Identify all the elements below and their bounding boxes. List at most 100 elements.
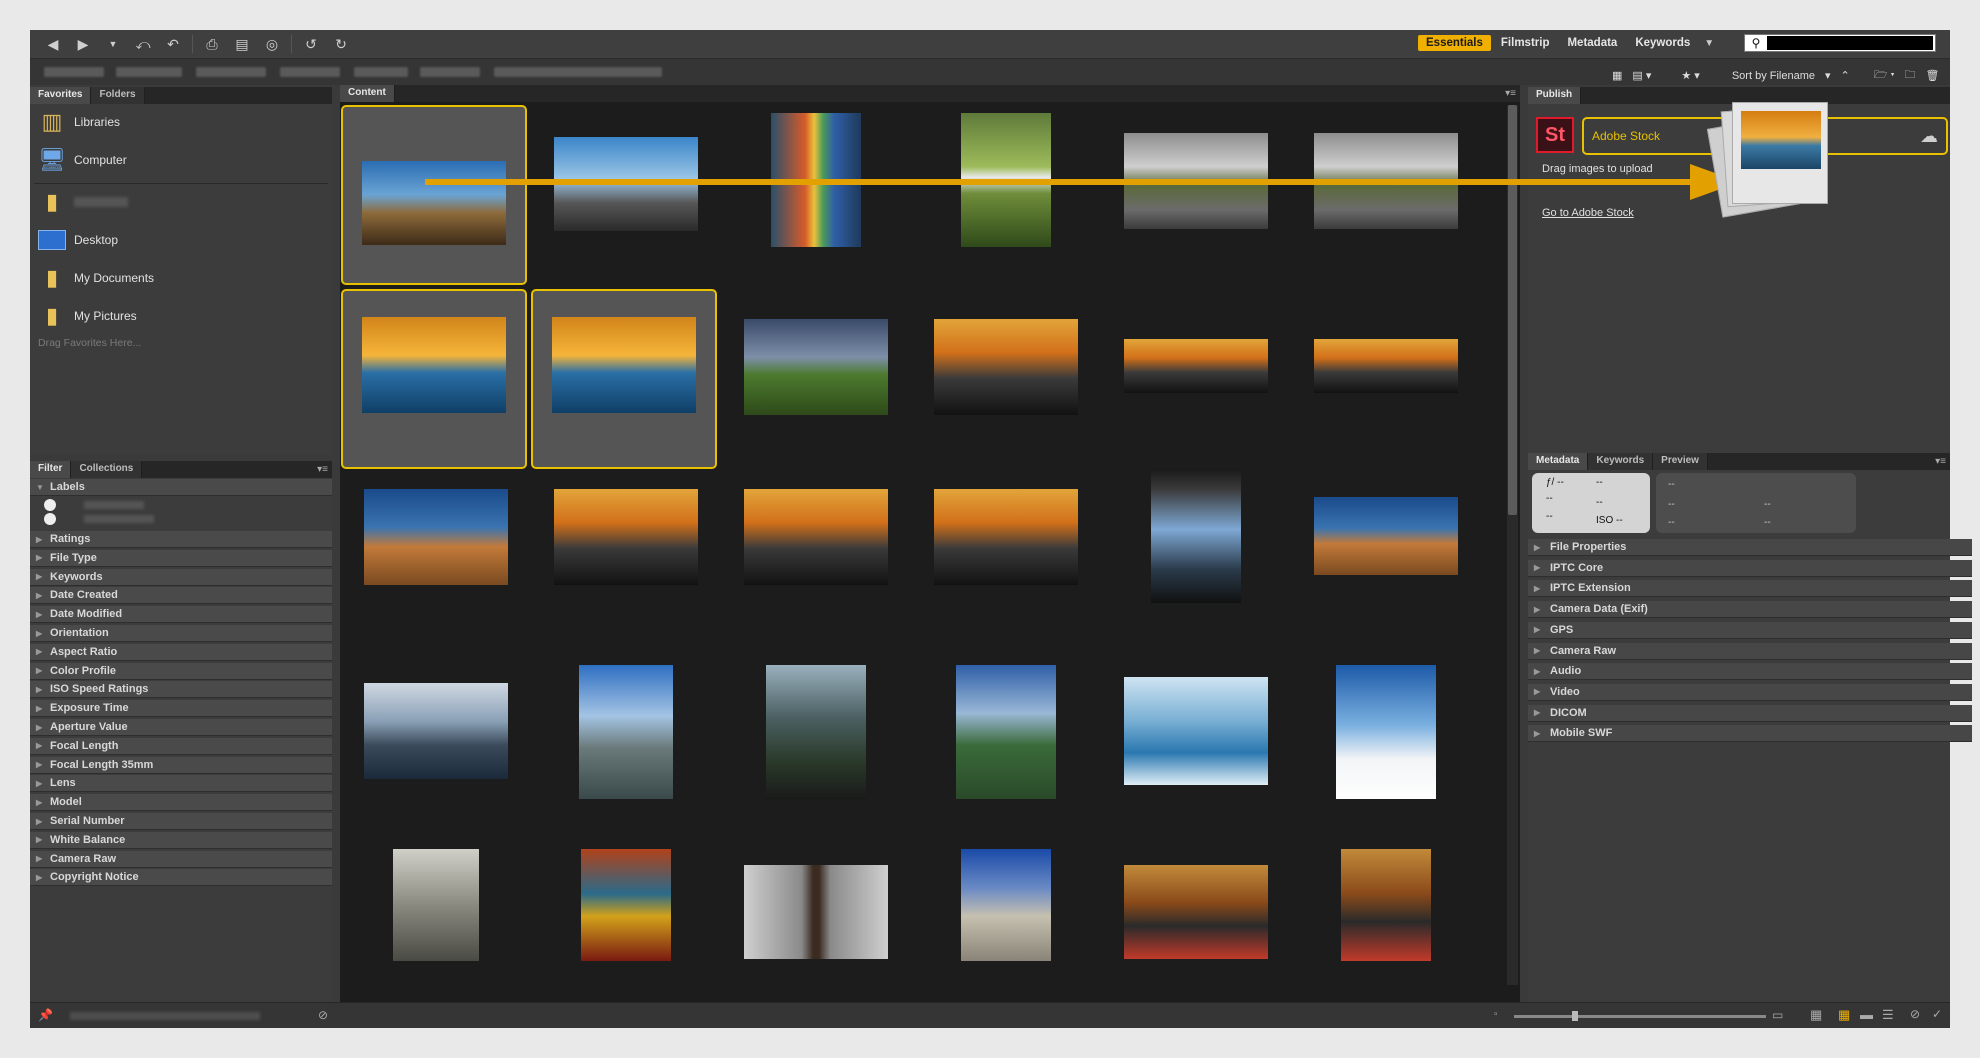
- rotate-left-icon[interactable]: ↺: [300, 35, 322, 53]
- refine-icon[interactable]: ▤: [231, 35, 253, 53]
- search-field[interactable]: [1767, 36, 1933, 50]
- filter-label-option[interactable]: [44, 499, 324, 511]
- thumbnail-cell[interactable]: [913, 659, 1099, 839]
- workspace-metadata[interactable]: Metadata: [1559, 35, 1625, 51]
- list-view-icon[interactable]: ☰: [1882, 1007, 1894, 1023]
- forward-icon[interactable]: ▶: [72, 35, 94, 53]
- thumbnail-cell[interactable]: [1293, 659, 1479, 839]
- metadata-section[interactable]: ▶ Camera Data (Exif): [1528, 601, 1972, 619]
- filter-category[interactable]: ▶ Exposure Time: [30, 700, 332, 718]
- thumbnail-cell[interactable]: [1103, 659, 1289, 839]
- zoom-in-icon[interactable]: ▭: [1772, 1008, 1783, 1022]
- grid-view-icon[interactable]: ▦: [1612, 69, 1622, 82]
- favorite-my-documents[interactable]: ▮ My Documents: [38, 263, 154, 293]
- image-thumbnail[interactable]: [766, 665, 866, 799]
- thumbnail-cell[interactable]: [533, 843, 719, 1023]
- open-in-camera-raw-icon[interactable]: ◎: [261, 35, 283, 53]
- image-thumbnail[interactable]: [1151, 469, 1241, 603]
- image-thumbnail[interactable]: [1336, 665, 1436, 799]
- breadcrumb[interactable]: [494, 67, 662, 77]
- slider-knob[interactable]: [1572, 1011, 1578, 1021]
- tab-collections[interactable]: Collections: [71, 461, 143, 478]
- tab-content[interactable]: Content: [340, 85, 395, 102]
- thumbnail-cell[interactable]: [343, 843, 529, 1023]
- filter-category[interactable]: ▶ Ratings: [30, 531, 332, 548]
- rating-filter-icon[interactable]: ★ ▾: [1681, 69, 1699, 82]
- filter-category[interactable]: ▶ White Balance: [30, 831, 332, 849]
- thumbnail-cell[interactable]: [1293, 291, 1479, 471]
- filter-category[interactable]: ▶ Model: [30, 794, 332, 812]
- breadcrumb[interactable]: [196, 67, 266, 77]
- filter-category[interactable]: ▶ Date Created: [30, 587, 332, 605]
- sort-ascending-icon[interactable]: ⌃: [1841, 69, 1850, 82]
- apply-icon[interactable]: ✓: [1932, 1007, 1942, 1021]
- image-thumbnail[interactable]: [961, 849, 1051, 961]
- thumbnail-cell[interactable]: [1293, 843, 1479, 1023]
- filter-category[interactable]: ▶ Serial Number: [30, 813, 332, 830]
- image-thumbnail[interactable]: [744, 319, 888, 415]
- filter-labels[interactable]: ▼ Labels: [30, 479, 332, 496]
- thumbnail-cell[interactable]: [531, 289, 717, 469]
- tab-preview[interactable]: Preview: [1653, 453, 1708, 470]
- filter-category[interactable]: ▶ Copyright Notice: [30, 869, 332, 887]
- content-scrollbar[interactable]: [1507, 105, 1518, 985]
- metadata-section[interactable]: ▶ Video: [1528, 683, 1972, 701]
- thumbnail-cell[interactable]: [343, 475, 529, 655]
- metadata-section[interactable]: ▶ IPTC Core: [1528, 559, 1972, 577]
- breadcrumb[interactable]: [44, 67, 104, 77]
- filter-category[interactable]: ▶ Focal Length: [30, 737, 332, 755]
- image-thumbnail[interactable]: [581, 849, 671, 961]
- details-view-icon[interactable]: ▬: [1860, 1007, 1873, 1022]
- pin-icon[interactable]: 📌: [38, 1008, 53, 1022]
- workspace-filmstrip[interactable]: Filmstrip: [1493, 35, 1558, 51]
- zoom-out-icon[interactable]: ▫: [1494, 1009, 1498, 1020]
- workspace-keywords[interactable]: Keywords: [1627, 35, 1698, 51]
- filter-category[interactable]: ▶ Orientation: [30, 625, 332, 642]
- thumbnail-cell[interactable]: [533, 659, 719, 839]
- panel-menu-icon[interactable]: ▾≡: [317, 464, 328, 475]
- image-thumbnail[interactable]: [956, 665, 1056, 799]
- return-to-app-icon[interactable]: ⤺: [132, 35, 154, 53]
- image-thumbnail[interactable]: [393, 849, 479, 961]
- favorite-desktop[interactable]: Desktop: [38, 225, 118, 255]
- metadata-section[interactable]: ▶ File Properties: [1528, 539, 1972, 556]
- favorite-computer[interactable]: 🖥 Computer: [38, 145, 127, 175]
- panel-menu-icon[interactable]: ▾≡: [1935, 456, 1946, 467]
- thumbnail-cell[interactable]: [723, 475, 909, 655]
- search-input[interactable]: ⚲: [1744, 34, 1936, 52]
- image-thumbnail[interactable]: [1124, 677, 1268, 785]
- image-thumbnail[interactable]: [1124, 865, 1268, 959]
- favorite-libraries[interactable]: ▥ Libraries: [38, 107, 120, 137]
- workspace-menu-icon[interactable]: ▼: [1700, 38, 1718, 49]
- back-icon[interactable]: ◀: [42, 35, 64, 53]
- filter-category[interactable]: ▶ Lens: [30, 775, 332, 793]
- thumbnail-cell[interactable]: [913, 291, 1099, 471]
- breadcrumb[interactable]: [116, 67, 182, 77]
- thumbnail-cell[interactable]: [1103, 291, 1289, 471]
- image-thumbnail[interactable]: [362, 317, 506, 413]
- tab-folders[interactable]: Folders: [91, 87, 145, 104]
- sort-dropdown[interactable]: Sort by Filename: [1732, 70, 1815, 82]
- workspace-essentials[interactable]: Essentials: [1418, 35, 1491, 51]
- metadata-section[interactable]: ▶ IPTC Extension: [1528, 580, 1972, 598]
- thumbnail-cell[interactable]: [341, 289, 527, 469]
- filter-category[interactable]: ▶ ISO Speed Ratings: [30, 681, 332, 699]
- image-thumbnail[interactable]: [364, 683, 508, 779]
- image-thumbnail[interactable]: [934, 489, 1078, 585]
- metadata-section[interactable]: ▶ Mobile SWF: [1528, 725, 1972, 743]
- metadata-section[interactable]: ▶ Camera Raw: [1528, 642, 1972, 660]
- image-thumbnail[interactable]: [1314, 339, 1458, 393]
- get-photos-icon[interactable]: ⎙: [201, 35, 223, 53]
- filter-category[interactable]: ▶ Aspect Ratio: [30, 643, 332, 661]
- image-thumbnail[interactable]: [579, 665, 673, 799]
- image-thumbnail[interactable]: [554, 489, 698, 585]
- image-thumbnail[interactable]: [934, 319, 1078, 415]
- tab-filter[interactable]: Filter: [30, 461, 72, 478]
- metadata-section[interactable]: ▶ Audio: [1528, 663, 1972, 681]
- filter-category[interactable]: ▶ Focal Length 35mm: [30, 756, 332, 774]
- image-thumbnail[interactable]: [364, 489, 508, 585]
- filter-category[interactable]: ▶ Date Modified: [30, 606, 332, 624]
- grid-lock-icon[interactable]: ▦: [1810, 1007, 1822, 1023]
- panel-menu-icon[interactable]: ▾≡: [1505, 88, 1516, 99]
- delete-icon[interactable]: 🗑: [1926, 69, 1940, 82]
